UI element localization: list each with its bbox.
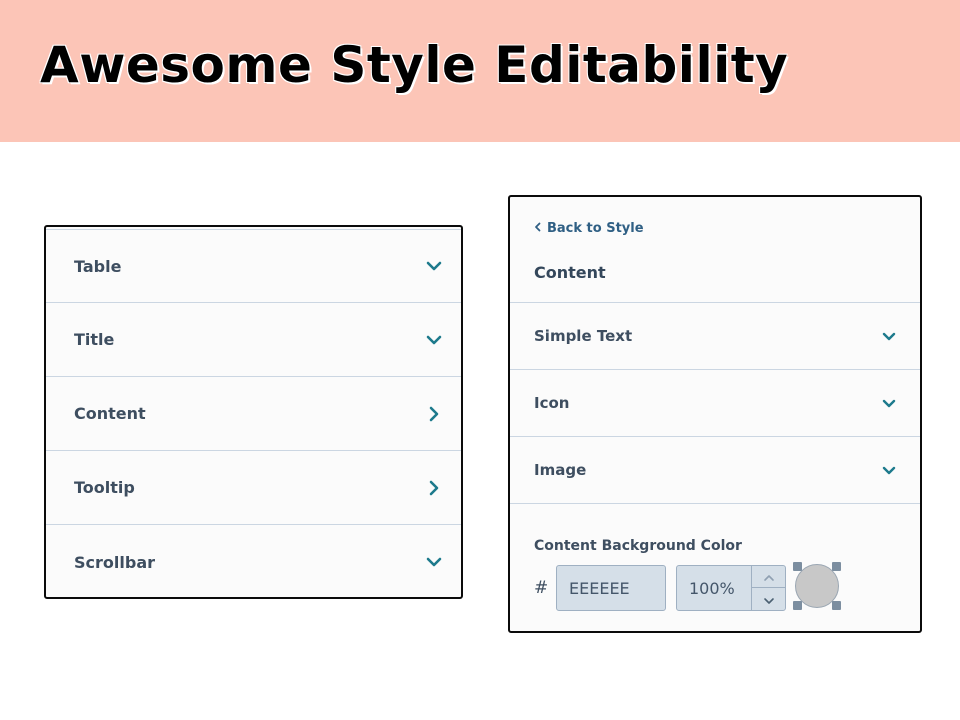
banner-title: Awesome Style Editability: [40, 36, 789, 94]
chevron-up-icon: [763, 567, 775, 586]
swatch-handle: [832, 601, 841, 610]
increment-button[interactable]: [752, 566, 786, 588]
back-link-label: Back to Style: [547, 221, 644, 236]
chevron-right-icon: [425, 405, 443, 423]
section-label: Content: [74, 404, 146, 423]
section-title[interactable]: Title: [46, 303, 461, 377]
style-sections-panel: Table Title Content Tooltip Scrollbar: [44, 225, 463, 599]
section-label: Table: [74, 256, 122, 276]
panel-title: Content: [534, 263, 606, 282]
decrement-button[interactable]: [752, 588, 786, 610]
chevron-right-icon: [425, 479, 443, 497]
chevron-left-icon: [534, 221, 541, 236]
swatch-handle: [793, 601, 802, 610]
section-icon[interactable]: Icon: [510, 370, 920, 437]
hex-color-input[interactable]: [556, 565, 666, 611]
hash-prefix: #: [534, 578, 549, 598]
section-table[interactable]: Table: [46, 229, 461, 303]
section-scrollbar[interactable]: Scrollbar: [46, 525, 461, 599]
stepper-controls: [751, 566, 786, 610]
section-label: Title: [74, 330, 115, 349]
section-label: Simple Text: [534, 327, 633, 345]
chevron-down-icon: [425, 553, 443, 571]
content-style-panel: Back to Style Content Simple Text Icon I…: [508, 195, 922, 633]
chevron-down-icon: [425, 257, 443, 275]
opacity-input[interactable]: [677, 566, 751, 610]
title-banner: Awesome Style Editability: [0, 0, 960, 142]
background-color-label: Content Background Color: [534, 538, 742, 554]
chevron-down-icon: [425, 331, 443, 349]
chevron-down-icon: [763, 590, 775, 609]
chevron-down-icon: [880, 394, 898, 412]
section-simple-text[interactable]: Simple Text: [510, 303, 920, 370]
section-label: Scrollbar: [74, 552, 155, 572]
section-label: Icon: [534, 394, 570, 412]
chevron-down-icon: [880, 327, 898, 345]
section-label: Image: [534, 461, 587, 479]
opacity-stepper: [676, 565, 786, 611]
section-content[interactable]: Content: [46, 377, 461, 451]
back-to-style-link[interactable]: Back to Style: [534, 221, 644, 236]
section-image[interactable]: Image: [510, 437, 920, 504]
chevron-down-icon: [880, 461, 898, 479]
content-background-color-section: Content Background Color #: [510, 504, 920, 631]
section-tooltip[interactable]: Tooltip: [46, 451, 461, 525]
swatch-handle: [832, 562, 841, 571]
swatch-handle: [793, 562, 802, 571]
section-label: Tooltip: [74, 478, 135, 497]
panel-header: Back to Style Content: [510, 197, 920, 303]
color-swatch-picker[interactable]: [793, 562, 841, 610]
